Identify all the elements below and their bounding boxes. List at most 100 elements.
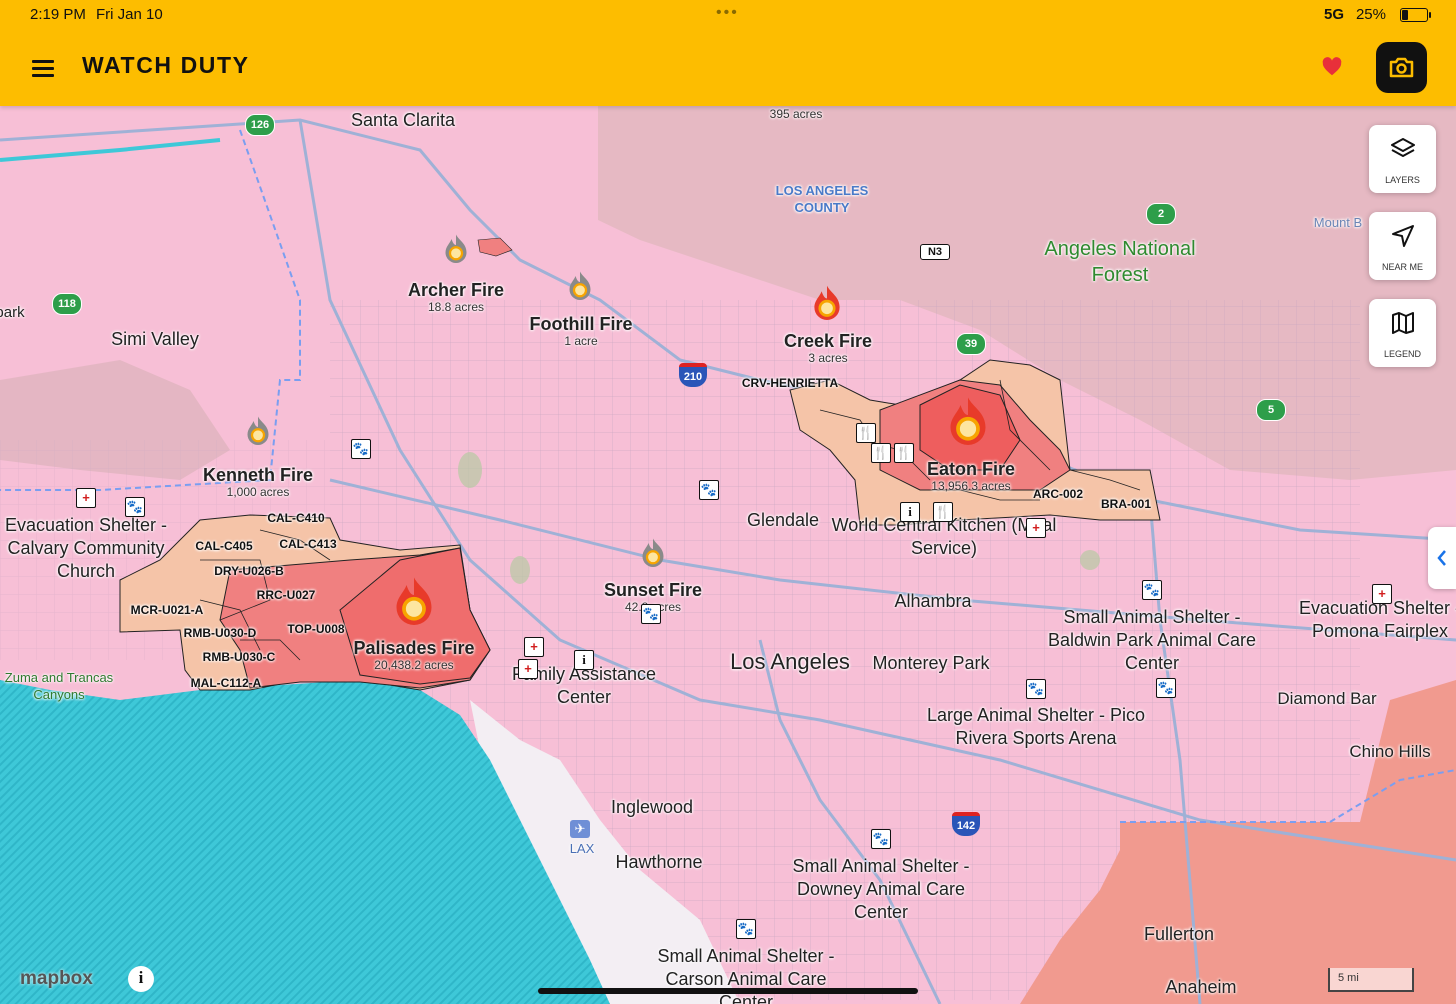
shelter-label[interactable]: Large Animal Shelter - Pico Rivera Sport…	[926, 704, 1146, 750]
shelter-label[interactable]: Small Animal Shelter - Baldwin Park Anim…	[1042, 606, 1262, 675]
evacuation-shelter-icon[interactable]: +	[524, 637, 544, 657]
fire-marker-icon[interactable]	[441, 233, 471, 263]
multitask-dots-icon[interactable]: •••	[716, 4, 739, 22]
fire-marker-icon[interactable]	[565, 270, 595, 300]
menu-icon[interactable]	[32, 60, 54, 77]
app-title: WATCH DUTY	[82, 52, 250, 78]
county-label: LOS ANGELES COUNTY	[775, 183, 869, 215]
fire-acres: 3 acres	[808, 351, 848, 365]
highway-shield: 126	[245, 114, 275, 136]
zone-label[interactable]: CRV-HENRIETTA	[740, 376, 840, 390]
fire-marker-icon[interactable]	[389, 575, 439, 625]
fire-name[interactable]: Creek Fire	[728, 331, 928, 352]
heart-icon[interactable]	[1321, 56, 1343, 78]
shelter-label[interactable]: Evacuation Shelter - Calvary Community C…	[1, 514, 171, 583]
place-label: Diamond Bar	[1277, 688, 1377, 708]
near-me-button[interactable]: NEAR ME	[1369, 212, 1436, 280]
map-label-layer: Archer Fire 18.8 acres Foothill Fire 1 acre…	[0, 106, 1456, 1004]
evacuation-shelter-icon[interactable]: +	[1372, 584, 1392, 604]
zone-label[interactable]: CAL-C410	[246, 511, 346, 525]
meal-service-icon[interactable]: 🍴	[933, 502, 953, 522]
meal-service-icon[interactable]: 🍴	[856, 423, 876, 443]
info-center-icon[interactable]: i	[574, 650, 594, 670]
fire-marker-icon[interactable]	[243, 415, 273, 445]
home-indicator[interactable]	[538, 988, 918, 994]
mapbox-logo[interactable]: mapbox	[20, 968, 93, 990]
zone-label[interactable]: RMB-U030-C	[189, 650, 289, 664]
legend-button[interactable]: LEGEND	[1369, 299, 1436, 367]
evacuation-shelter-icon[interactable]: +	[1026, 518, 1046, 538]
animal-shelter-icon[interactable]: 🐾	[351, 439, 371, 459]
fire-name[interactable]: Kenneth Fire	[158, 465, 358, 486]
animal-shelter-icon[interactable]: 🐾	[1156, 678, 1176, 698]
fire-acres: 1,000 acres	[226, 485, 290, 499]
animal-shelter-icon[interactable]: 🐾	[1026, 679, 1046, 699]
airport-icon: ✈	[570, 820, 590, 838]
fire-name[interactable]: Sunset Fire	[553, 580, 753, 601]
fire-name[interactable]: Foothill Fire	[481, 314, 681, 335]
fire-name[interactable]: Archer Fire	[356, 280, 556, 301]
highway-shield: N3	[920, 244, 950, 260]
map-canvas[interactable]: Archer Fire 18.8 acres Foothill Fire 1 acre…	[0, 106, 1456, 1004]
shelter-label[interactable]: Small Animal Shelter - Carson Animal Car…	[646, 945, 846, 1004]
highway-shield: 39	[956, 333, 986, 355]
evacuation-shelter-icon[interactable]: +	[76, 488, 96, 508]
map-icon	[1392, 312, 1414, 334]
animal-shelter-icon[interactable]: 🐾	[125, 497, 145, 517]
place-label: Alhambra	[894, 591, 972, 611]
animal-shelter-icon[interactable]: 🐾	[699, 480, 719, 500]
animal-shelter-icon[interactable]: 🐾	[736, 919, 756, 939]
fire-acres: 395 acres	[769, 107, 823, 121]
animal-shelter-icon[interactable]: 🐾	[641, 604, 661, 624]
layers-label: LAYERS	[1385, 175, 1420, 185]
animal-shelter-icon[interactable]: 🐾	[871, 829, 891, 849]
highway-shield: 2	[1146, 203, 1176, 225]
side-panel-toggle[interactable]	[1428, 527, 1456, 589]
place-label: Santa Clarita	[350, 110, 456, 130]
highway-shield: 210	[679, 363, 707, 387]
status-time: 2:19 PM	[30, 6, 86, 23]
evacuation-shelter-icon[interactable]: +	[518, 659, 538, 679]
place-label: Chino Hills	[1349, 741, 1431, 761]
battery-icon	[1400, 8, 1431, 22]
zone-label[interactable]: CAL-C413	[258, 537, 358, 551]
zone-label[interactable]: BRA-001	[1076, 497, 1176, 511]
legend-label: LEGEND	[1383, 349, 1421, 359]
zone-label[interactable]: TOP-U008	[266, 622, 366, 636]
zone-label[interactable]: MAL-C112-A	[176, 676, 276, 690]
fire-acres: 20,438.2 acres	[374, 658, 454, 672]
status-battery: 25%	[1355, 6, 1386, 23]
fire-acres: 18.8 acres	[427, 300, 485, 314]
place-label: Simi Valley	[111, 329, 199, 349]
zone-label[interactable]: DRY-U026-B	[199, 564, 299, 578]
info-center-icon[interactable]: i	[900, 502, 920, 522]
fire-marker-icon[interactable]	[809, 284, 845, 320]
meal-service-icon[interactable]: 🍴	[871, 443, 891, 463]
info-icon[interactable]: i	[128, 966, 154, 992]
animal-shelter-icon[interactable]: 🐾	[1142, 580, 1162, 600]
zone-label[interactable]: RRC-U027	[236, 588, 336, 602]
camera-button[interactable]	[1376, 42, 1427, 93]
app-header: 2:19 PM Fri Jan 10 ••• 5G 25% WATCH DUTY	[0, 0, 1456, 106]
scale-bar: 5 mi	[1328, 968, 1414, 992]
highway-shield: 118	[52, 293, 82, 315]
location-arrow-icon	[1392, 225, 1414, 247]
chevron-left-icon	[1437, 550, 1446, 566]
zone-label[interactable]: MCR-U021-A	[117, 603, 217, 617]
fire-marker-icon[interactable]	[943, 395, 993, 445]
fire-acres: 1 acre	[564, 334, 598, 348]
meal-service-icon[interactable]: 🍴	[894, 443, 914, 463]
layers-icon	[1391, 138, 1415, 157]
place-label: LAX	[569, 840, 595, 856]
fire-name[interactable]: Palisades Fire	[314, 638, 514, 659]
forest-label: Angeles National Forest	[1044, 238, 1196, 286]
zone-label[interactable]: RMB-U030-D	[170, 626, 270, 640]
place-label: Fullerton	[1143, 924, 1215, 944]
highway-shield: 5	[1256, 399, 1286, 421]
place-label: Inglewood	[610, 797, 694, 817]
fire-marker-icon[interactable]	[638, 537, 668, 567]
highway-shield: 142	[952, 812, 980, 836]
place-label: Anaheim	[1165, 977, 1237, 997]
shelter-label[interactable]: Small Animal Shelter - Downey Animal Car…	[781, 855, 981, 924]
layers-button[interactable]: LAYERS	[1369, 125, 1436, 193]
